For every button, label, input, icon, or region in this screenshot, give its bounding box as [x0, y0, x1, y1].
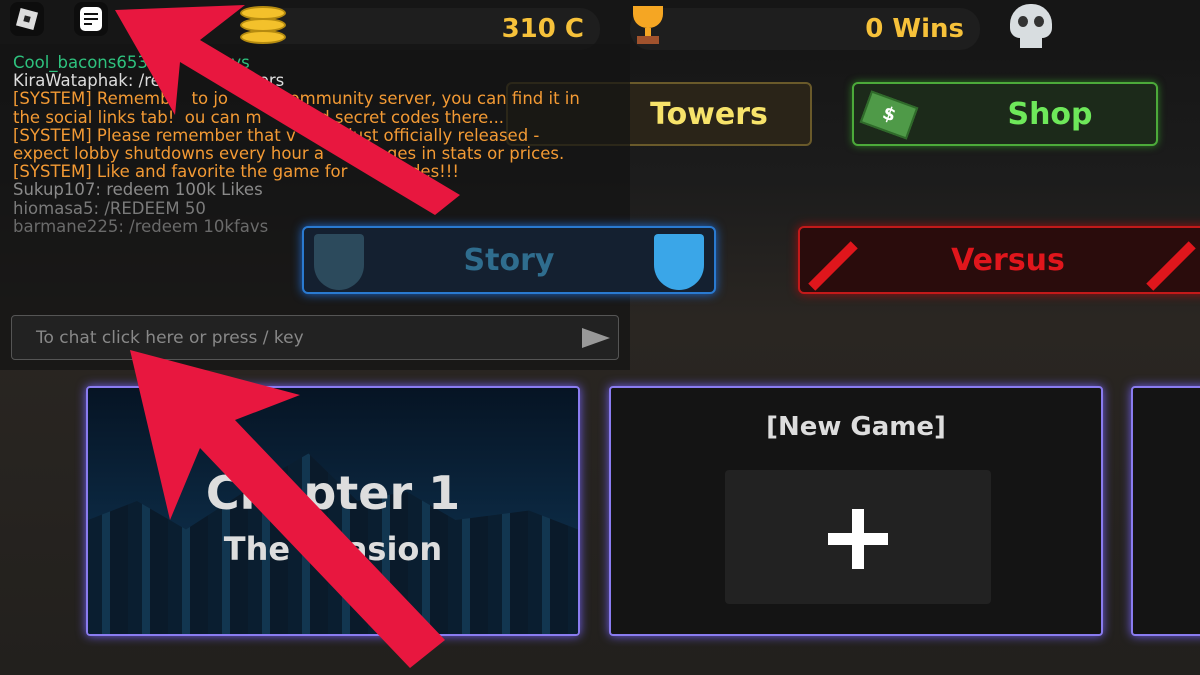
annotation-arrows	[115, 5, 460, 668]
arrow-pointing-to-chat-input	[130, 350, 445, 668]
arrow-pointing-to-chat-icon	[115, 5, 460, 215]
